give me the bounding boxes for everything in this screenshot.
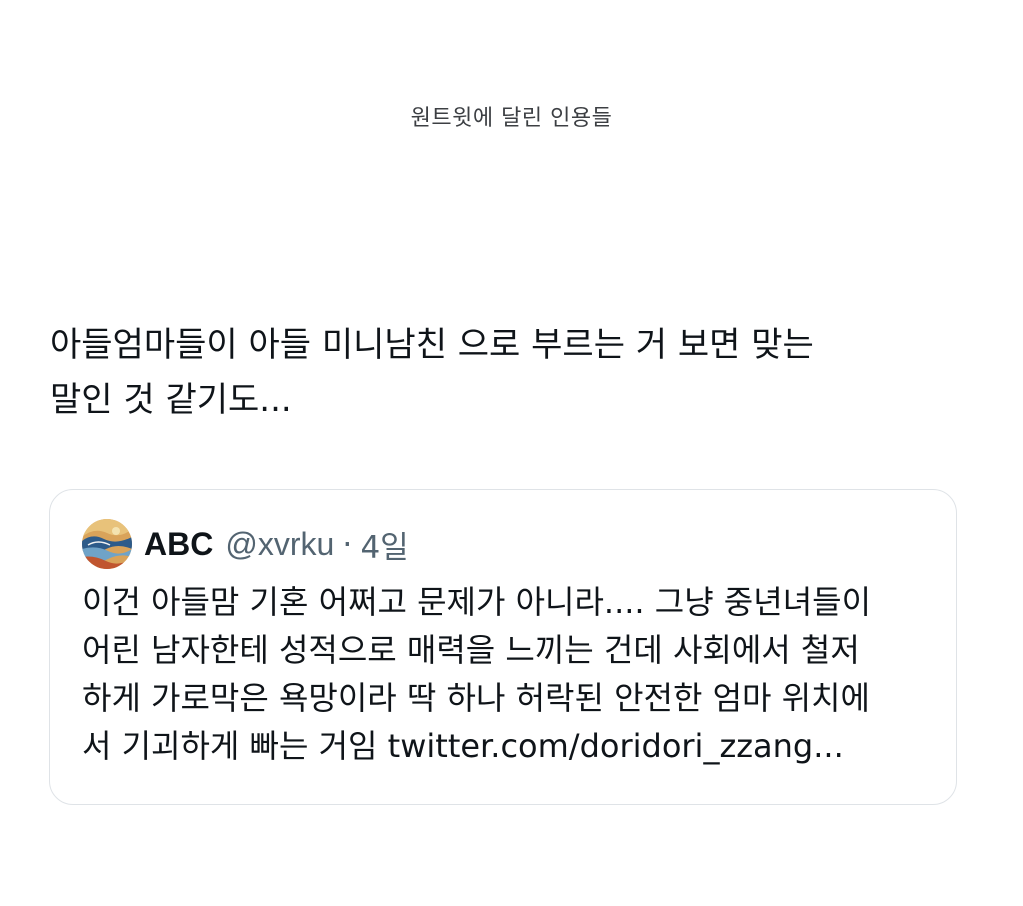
quoted-tweet-header: ABC @xvrku · 4일 [82, 518, 409, 570]
quoted-tweet-link[interactable]: twitter.com/doridori_zzang... [388, 727, 844, 765]
avatar-painting-icon[interactable] [82, 519, 132, 569]
quoted-tweet-card[interactable]: ABC @xvrku · 4일 이건 아들맘 기혼 어쩌고 문제가 아니라...… [49, 489, 957, 805]
author-handle[interactable]: @xvrku [225, 526, 334, 563]
quoted-tweet-text: 이건 아들맘 기혼 어쩌고 문제가 아니라.... 그냥 중년녀들이 어린 남자… [82, 578, 942, 770]
page-title: 원트윗에 달린 인용들 [410, 106, 613, 131]
tweet-text: 아들엄마들이 아들 미니남친 으로 부르는 거 보면 맞는 말인 것 같기도..… [50, 325, 814, 420]
separator-dot: · [342, 525, 353, 563]
author-display-name[interactable]: ABC [144, 526, 213, 563]
timestamp[interactable]: 4일 [360, 522, 408, 567]
